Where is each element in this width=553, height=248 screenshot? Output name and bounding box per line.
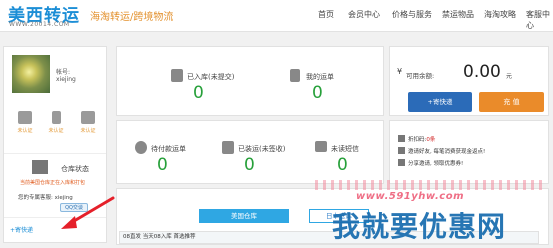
account-label: 帐号:: [56, 69, 71, 76]
phone-icon: [51, 111, 61, 124]
message-icon: [315, 141, 327, 152]
nav-pricing[interactable]: 价格与服务: [392, 9, 432, 20]
tab-us-warehouse[interactable]: 美国仓库: [199, 209, 289, 223]
watermark-url: www.591yhw.com: [356, 191, 465, 202]
recharge-button[interactable]: 充 值: [479, 92, 544, 112]
sidebar-express-link[interactable]: +寄快递: [10, 225, 33, 234]
nav-support[interactable]: 客服中心: [526, 9, 553, 31]
tag-icon: [398, 135, 405, 142]
share-icon: [398, 159, 405, 166]
stat-unread-sms-label: 未读短信: [331, 145, 359, 153]
member-sidebar: 帐号: xiejing 未认证 未认证 未认证 仓库状态 当前美国仓库正在入库和…: [3, 46, 107, 243]
warehouse-status-text: 当前美国仓库正在入库和打包: [20, 180, 86, 186]
yen-icon: ¥: [397, 67, 403, 76]
avatar[interactable]: [12, 55, 50, 93]
tip-discount-count: 0条: [426, 137, 436, 143]
id-card-icon: [18, 111, 32, 124]
verify-mail[interactable]: 未认证: [73, 111, 103, 134]
nav-home[interactable]: 首页: [318, 9, 334, 20]
nav-prohibited[interactable]: 禁运物品: [442, 9, 474, 20]
invite-icon: [398, 147, 405, 154]
warehouse-contact: 您的专属客服: xiejing: [18, 195, 73, 201]
verify-phone[interactable]: 未认证: [41, 111, 71, 134]
stat-my-waybill-value: 0: [312, 83, 323, 103]
watermark-text: 我就要优惠网: [332, 210, 507, 243]
stats-panel-bottom: 待付款运单 0 已装运(未签收) 0 未读短信 0: [116, 120, 384, 184]
tip-discount-text: 折扣码:: [408, 137, 427, 143]
divider: [4, 217, 106, 218]
stat-unpaid-label: 待付款运单: [151, 145, 186, 153]
logo-url: WWW.20014.COM: [9, 21, 70, 28]
stat-shipped-label: 已装运(未签收): [238, 145, 286, 153]
tips-panel: 折扣码:0条 邀请好友, 每笔消费获现金返点! 分享邀请, 领取优惠券!: [389, 120, 549, 184]
site-logo[interactable]: 美西转运 WWW.20014.COM: [8, 1, 86, 29]
site-slogan: 海淘转运/跨境物流: [90, 12, 174, 23]
balance-label: 可用余额:: [406, 72, 435, 80]
verify-id-label: 未认证: [17, 128, 33, 134]
qq-chat-button[interactable]: QQ交谈: [60, 203, 88, 212]
document-icon: [290, 69, 300, 82]
clipboard-icon: [222, 141, 234, 154]
stat-unpaid-value: 0: [157, 155, 168, 175]
account-name: xiejing: [56, 76, 76, 83]
send-express-button[interactable]: +寄快递: [408, 92, 472, 112]
stat-stored-label: 已入库(未提交): [187, 73, 235, 81]
tip-discount[interactable]: 折扣码:0条: [408, 135, 435, 143]
warehouse-icon: [32, 160, 48, 174]
stat-stored-value: 0: [193, 83, 204, 103]
top-header: 美西转运 WWW.20014.COM 海淘转运/跨境物流 首页 会员中心 价格与…: [0, 0, 553, 32]
nav-guide[interactable]: 海淘攻略: [484, 9, 516, 20]
verify-id[interactable]: 未认证: [10, 111, 40, 134]
divider: [4, 153, 106, 154]
balance-unit: 元: [506, 73, 513, 80]
tip-invite[interactable]: 邀请好友, 每笔消费获现金返点!: [408, 147, 485, 155]
balance-amount: 0.00: [463, 62, 501, 82]
verify-mail-label: 未认证: [80, 128, 96, 134]
stat-unread-sms-value: 0: [337, 155, 348, 175]
mail-icon: [81, 111, 95, 124]
stats-panel-top: 已入库(未提交) 0 我的运单 0: [116, 46, 384, 116]
coin-icon: [135, 141, 147, 154]
verify-phone-label: 未认证: [48, 128, 64, 134]
stat-shipped-value: 0: [244, 155, 255, 175]
balance-panel: ¥ 可用余额: 0.00 元 +寄快递 充 值: [389, 46, 549, 116]
tip-share[interactable]: 分享邀请, 领取优惠券!: [408, 159, 463, 167]
nav-member-center[interactable]: 会员中心: [348, 9, 380, 20]
box-icon: [171, 69, 183, 82]
warehouse-title: 仓库状态: [61, 165, 89, 173]
stat-my-waybill-label: 我的运单: [306, 73, 334, 81]
watermark-stripes: [315, 180, 545, 190]
